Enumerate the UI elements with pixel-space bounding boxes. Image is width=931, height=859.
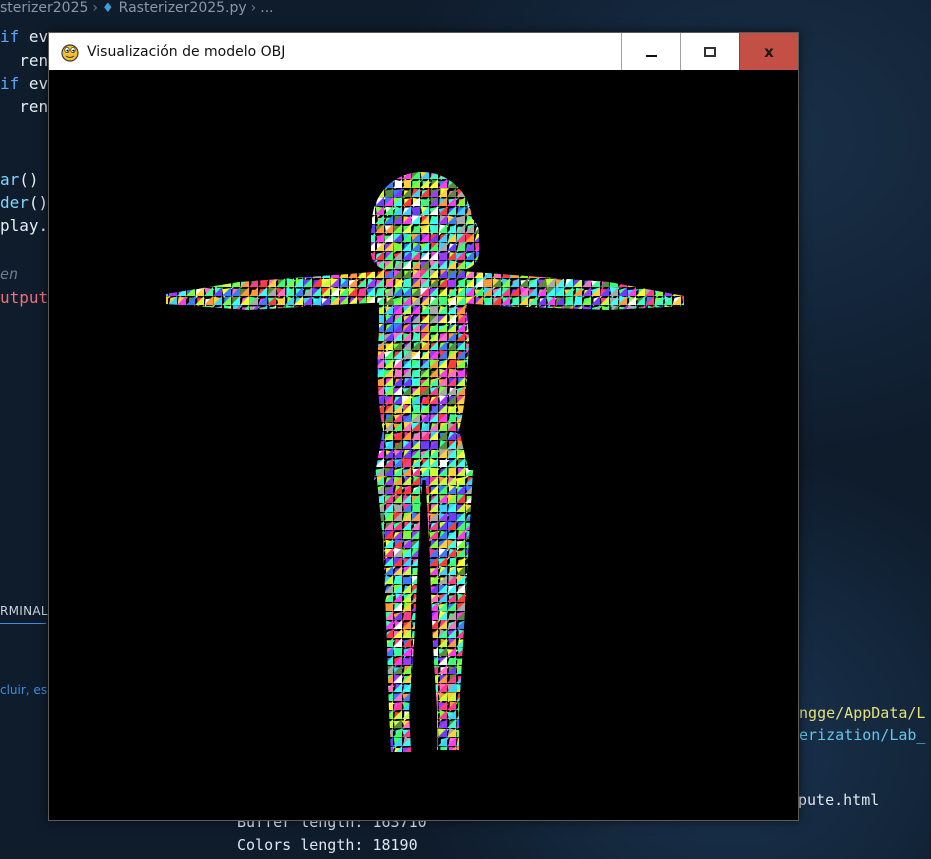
close-button[interactable]: x bbox=[739, 33, 798, 70]
window-title: Visualización de modelo OBJ bbox=[87, 43, 286, 60]
rendered-model bbox=[49, 70, 798, 820]
chevron-right-icon: › bbox=[92, 0, 98, 16]
terminal-output-line: pute.html bbox=[798, 791, 880, 809]
terminal-path-line: terization/Lab_ bbox=[790, 726, 926, 744]
tab-terminal[interactable]: RMINAL bbox=[0, 604, 48, 624]
code-line[interactable]: der() bbox=[0, 193, 48, 213]
chevron-right-icon: › bbox=[250, 0, 257, 16]
breadcrumb-file[interactable]: Rasterizer2025.py bbox=[119, 0, 247, 16]
python-file-icon: ♦ bbox=[102, 1, 114, 16]
terminal-output-line: Colors length: 18190 bbox=[237, 836, 418, 854]
code-line[interactable]: ar() bbox=[0, 170, 39, 190]
code-comment[interactable]: en bbox=[0, 264, 18, 284]
maximize-icon bbox=[704, 46, 716, 57]
close-icon: x bbox=[764, 42, 774, 61]
breadcrumb-more[interactable]: ... bbox=[260, 0, 273, 16]
maximize-button[interactable] bbox=[680, 33, 739, 70]
minimize-icon bbox=[645, 54, 657, 57]
minimize-button[interactable] bbox=[621, 33, 680, 70]
window-titlebar[interactable]: Visualización de modelo OBJ x bbox=[49, 33, 798, 70]
breadcrumb: sterizer2025 › ♦ Rasterizer2025.py ›... bbox=[0, 0, 274, 18]
pygame-window: Visualización de modelo OBJ x bbox=[48, 32, 799, 821]
breadcrumb-folder[interactable]: sterizer2025 bbox=[0, 0, 88, 16]
pygame-snake-icon bbox=[61, 43, 79, 62]
terminal-path-line: angge/AppData/L bbox=[790, 704, 926, 722]
render-canvas[interactable] bbox=[49, 70, 798, 820]
terminal-hint: cluir, esc bbox=[0, 683, 54, 697]
